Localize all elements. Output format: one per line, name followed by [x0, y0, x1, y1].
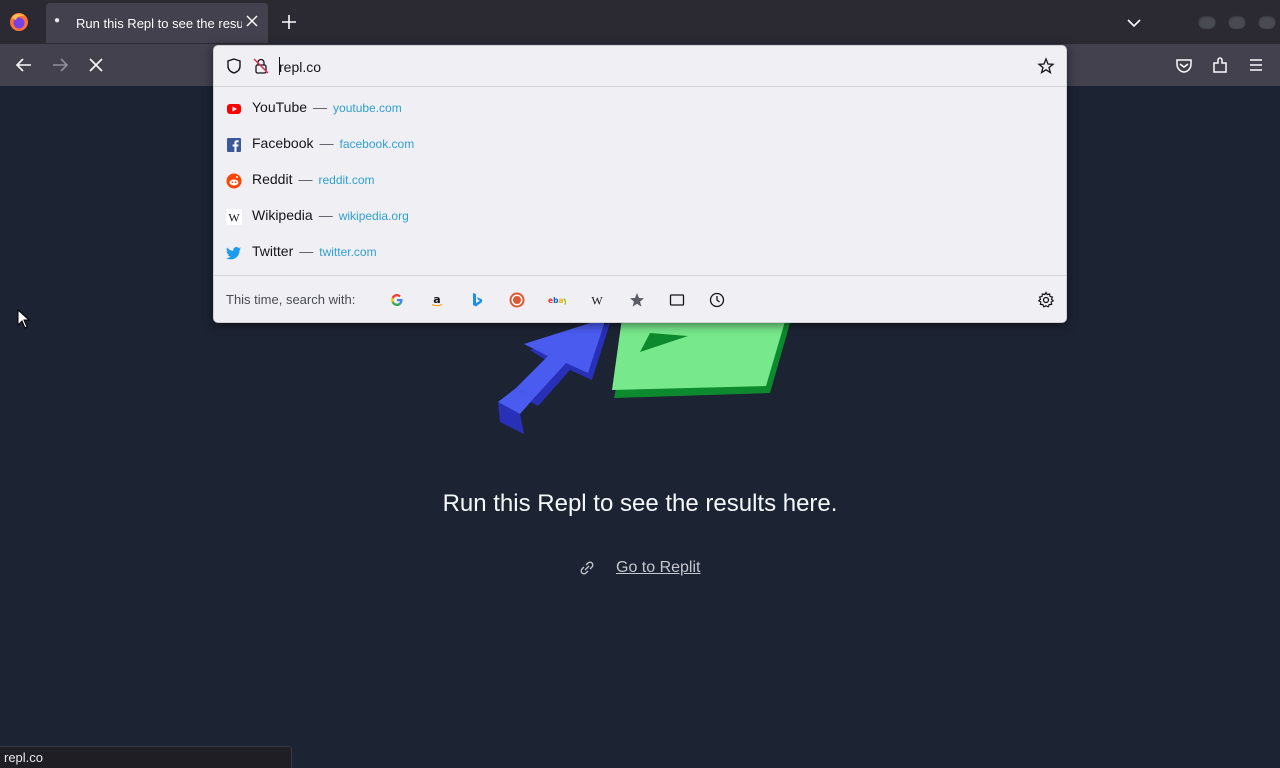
extensions-icon[interactable]: [1209, 54, 1231, 76]
bing-icon[interactable]: [468, 291, 486, 309]
google-icon[interactable]: [388, 291, 406, 309]
suggestion-list: YouTube — youtube.com Facebook — facebook.co…: [214, 90, 1066, 270]
shield-icon[interactable]: [225, 57, 243, 75]
loading-dot-icon: ●: [54, 15, 61, 26]
suggestion-title: Facebook: [252, 135, 314, 151]
suggestion-url: reddit.com: [318, 173, 375, 187]
search-with-label: This time, search with:: [226, 292, 356, 307]
close-window-button[interactable]: [1258, 15, 1276, 29]
urlbar[interactable]: repl.co: [214, 46, 1066, 87]
mouse-cursor-icon: [17, 309, 31, 329]
forward-arrow-icon[interactable]: [49, 54, 71, 76]
suggestion-row[interactable]: W Wikipedia — wikipedia.org: [214, 198, 1066, 234]
suggestion-separator: —: [298, 171, 313, 187]
facebook-icon: [227, 138, 241, 152]
close-icon[interactable]: [242, 11, 262, 31]
tabs-icon[interactable]: [668, 291, 686, 309]
active-tab[interactable]: ● Run this Repl to see the results here.: [46, 3, 268, 43]
reddit-icon: [226, 173, 242, 189]
replit-run-illustration: [498, 318, 790, 434]
status-panel: repl.co: [0, 746, 292, 768]
maximize-button[interactable]: [1228, 15, 1246, 29]
menu-icon[interactable]: [1245, 54, 1267, 76]
go-to-replit-link[interactable]: Go to Replit: [578, 556, 700, 580]
duckduckgo-icon[interactable]: [508, 291, 526, 309]
gear-icon[interactable]: [1037, 291, 1055, 309]
svg-text:a: a: [433, 293, 440, 306]
suggestion-title: YouTube: [252, 99, 308, 115]
suggestion-separator: —: [318, 207, 333, 223]
stop-icon[interactable]: [85, 54, 107, 76]
back-arrow-icon[interactable]: [13, 54, 35, 76]
suggestion-title: Reddit: [252, 171, 293, 187]
pocket-icon[interactable]: [1173, 54, 1195, 76]
link-icon: [580, 561, 594, 575]
bookmarks-star-icon[interactable]: [628, 291, 646, 309]
amazon-icon[interactable]: a: [428, 291, 446, 309]
insecure-lock-icon[interactable]: [252, 57, 270, 75]
bookmark-star-icon[interactable]: [1037, 57, 1055, 75]
suggestion-url: facebook.com: [339, 137, 415, 151]
tab-strip: ● Run this Repl to see the results here.: [0, 0, 1280, 44]
svg-text:W: W: [591, 294, 603, 308]
svg-text:ebay: ebay: [548, 296, 566, 305]
suggestion-separator: —: [319, 135, 334, 151]
run-message: Run this Repl to see the results here.: [442, 490, 838, 517]
minimize-button[interactable]: [1198, 15, 1216, 29]
firefox-icon[interactable]: [8, 11, 30, 33]
urlbar-dropdown: repl.co YouTube — youtube.com Facebook — fac…: [213, 45, 1067, 323]
youtube-icon: [227, 104, 241, 114]
wikipedia-search-icon[interactable]: W: [588, 291, 606, 309]
suggestion-url: wikipedia.org: [338, 209, 409, 223]
go-to-replit-label[interactable]: Go to Replit: [616, 559, 700, 577]
suggestion-row[interactable]: Reddit — reddit.com: [214, 162, 1066, 198]
suggestion-row[interactable]: Twitter — twitter.com: [214, 234, 1066, 270]
svg-text:W: W: [228, 211, 240, 225]
suggestion-title: Twitter: [252, 243, 294, 259]
suggestion-url: twitter.com: [319, 245, 377, 259]
suggestion-url: youtube.com: [333, 101, 402, 115]
history-clock-icon[interactable]: [708, 291, 726, 309]
wikipedia-icon: W: [226, 209, 242, 225]
suggestion-separator: —: [299, 243, 314, 259]
suggestion-separator: —: [313, 99, 328, 115]
suggestion-row[interactable]: Facebook — facebook.com: [214, 126, 1066, 162]
suggestion-title: Wikipedia: [252, 207, 313, 223]
url-input[interactable]: repl.co: [279, 57, 779, 77]
new-tab-icon[interactable]: [279, 12, 299, 32]
suggestion-row[interactable]: YouTube — youtube.com: [214, 90, 1066, 126]
tab-title: Run this Repl to see the results here.: [76, 16, 242, 31]
chevron-down-icon[interactable]: [1125, 14, 1143, 32]
text-caret: [279, 57, 280, 75]
twitter-icon: [226, 247, 241, 260]
ebay-icon[interactable]: ebay: [548, 291, 566, 309]
search-shortcuts-bar: This time, search with: a ebay W: [214, 275, 1066, 324]
